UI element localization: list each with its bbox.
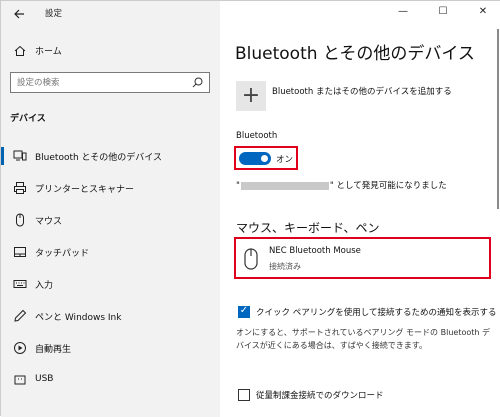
page-title: Bluetooth とその他のデバイス xyxy=(235,44,475,64)
sidebar-item-input[interactable]: 入力 xyxy=(1,271,220,297)
bluetooth-heading: Bluetooth xyxy=(236,131,278,141)
bluetooth-toggle[interactable] xyxy=(239,152,271,165)
swift-pair-checkbox[interactable]: ✓ xyxy=(238,305,250,318)
sidebar-item-label: Bluetooth とその他のデバイス xyxy=(35,153,163,163)
device-card-mouse[interactable]: NEC Bluetooth Mouse 接続済み xyxy=(234,237,491,279)
search-input[interactable] xyxy=(11,73,187,92)
sidebar-item-pen[interactable]: ペンと Windows Ink xyxy=(1,303,220,329)
add-device-label[interactable]: Bluetooth またはその他のデバイスを追加する xyxy=(272,85,452,97)
title-bar: 設定 xyxy=(1,1,220,29)
sidebar-item-bluetooth[interactable]: Bluetooth とその他のデバイス xyxy=(1,143,220,169)
device-status: 接続済み xyxy=(269,262,301,271)
settings-window: 設定 ホーム デバイス Bluetooth とその他のデバイス xyxy=(0,0,500,417)
bluetooth-devices-icon xyxy=(13,150,27,161)
printer-icon xyxy=(14,182,26,194)
usb-icon xyxy=(14,375,26,385)
toggle-knob xyxy=(261,155,268,162)
sidebar-item-printers[interactable]: プリンターとスキャナー xyxy=(1,175,220,201)
sidebar-item-touchpad[interactable]: タッチパッド xyxy=(1,239,220,265)
close-button[interactable]: ✕ xyxy=(469,4,497,20)
sidebar: 設定 ホーム デバイス Bluetooth とその他のデバイス xyxy=(1,1,220,417)
main-content: — ☐ ✕ Bluetooth とその他のデバイス + Bluetooth また… xyxy=(220,1,500,417)
back-button[interactable] xyxy=(9,4,29,24)
toggle-state-label: オン xyxy=(276,155,294,165)
redacted-device-name xyxy=(240,181,329,190)
search-box[interactable] xyxy=(10,72,210,93)
sidebar-item-autoplay[interactable]: 自動再生 xyxy=(1,335,220,361)
sidebar-item-usb[interactable]: USB xyxy=(1,367,220,393)
selection-indicator xyxy=(1,147,4,165)
add-device-button[interactable]: + xyxy=(236,81,266,111)
sidebar-item-label: プリンターとスキャナー xyxy=(35,185,135,195)
home-icon xyxy=(14,45,26,56)
check-icon: ✓ xyxy=(239,305,249,316)
app-title: 設定 xyxy=(45,9,63,19)
swift-pair-label: クイック ペアリングを使用して接続するための通知を表示する xyxy=(256,308,497,318)
bluetooth-toggle-highlight: オン xyxy=(234,146,298,170)
mouse-keyboard-pen-heading: マウス、キーボード、ペン xyxy=(236,221,380,235)
minimize-button[interactable]: — xyxy=(389,4,417,20)
discoverable-suffix: " として発見可能になりました xyxy=(329,181,447,191)
autoplay-icon xyxy=(14,342,26,354)
search-icon xyxy=(192,77,203,88)
sidebar-item-label: USB xyxy=(35,374,54,384)
keyboard-icon xyxy=(13,280,27,288)
sidebar-item-label: 自動再生 xyxy=(35,345,72,355)
sidebar-item-label: タッチパッド xyxy=(35,249,90,259)
sidebar-item-label: ペンと Windows Ink xyxy=(35,313,122,323)
window-controls: — ☐ ✕ xyxy=(381,1,500,25)
sidebar-item-label: マウス xyxy=(35,217,63,227)
device-name: NEC Bluetooth Mouse xyxy=(269,246,361,256)
swift-pair-description: オンにすると、サポートされているペアリング モードの Bluetooth デバイ… xyxy=(236,328,490,350)
metered-download-checkbox[interactable] xyxy=(238,389,250,401)
sidebar-item-mouse[interactable]: マウス xyxy=(1,207,220,233)
maximize-button[interactable]: ☐ xyxy=(429,4,457,20)
section-title: デバイス xyxy=(10,114,46,124)
plus-icon: + xyxy=(241,83,261,108)
scrollbar[interactable] xyxy=(497,29,499,209)
back-arrow-icon xyxy=(14,9,24,19)
sidebar-item-label: ホーム xyxy=(35,47,62,57)
mouse-icon xyxy=(16,213,24,227)
sidebar-item-home[interactable]: ホーム xyxy=(1,39,220,63)
metered-download-label: 従量制課金接続でのダウンロード xyxy=(256,391,384,401)
discoverable-prefix: " xyxy=(236,181,240,191)
mouse-icon xyxy=(244,248,258,270)
sidebar-item-label: 入力 xyxy=(35,281,54,291)
touchpad-icon xyxy=(14,247,26,257)
discoverable-text: " " として発見可能になりました xyxy=(236,179,447,191)
pen-icon xyxy=(14,309,27,322)
